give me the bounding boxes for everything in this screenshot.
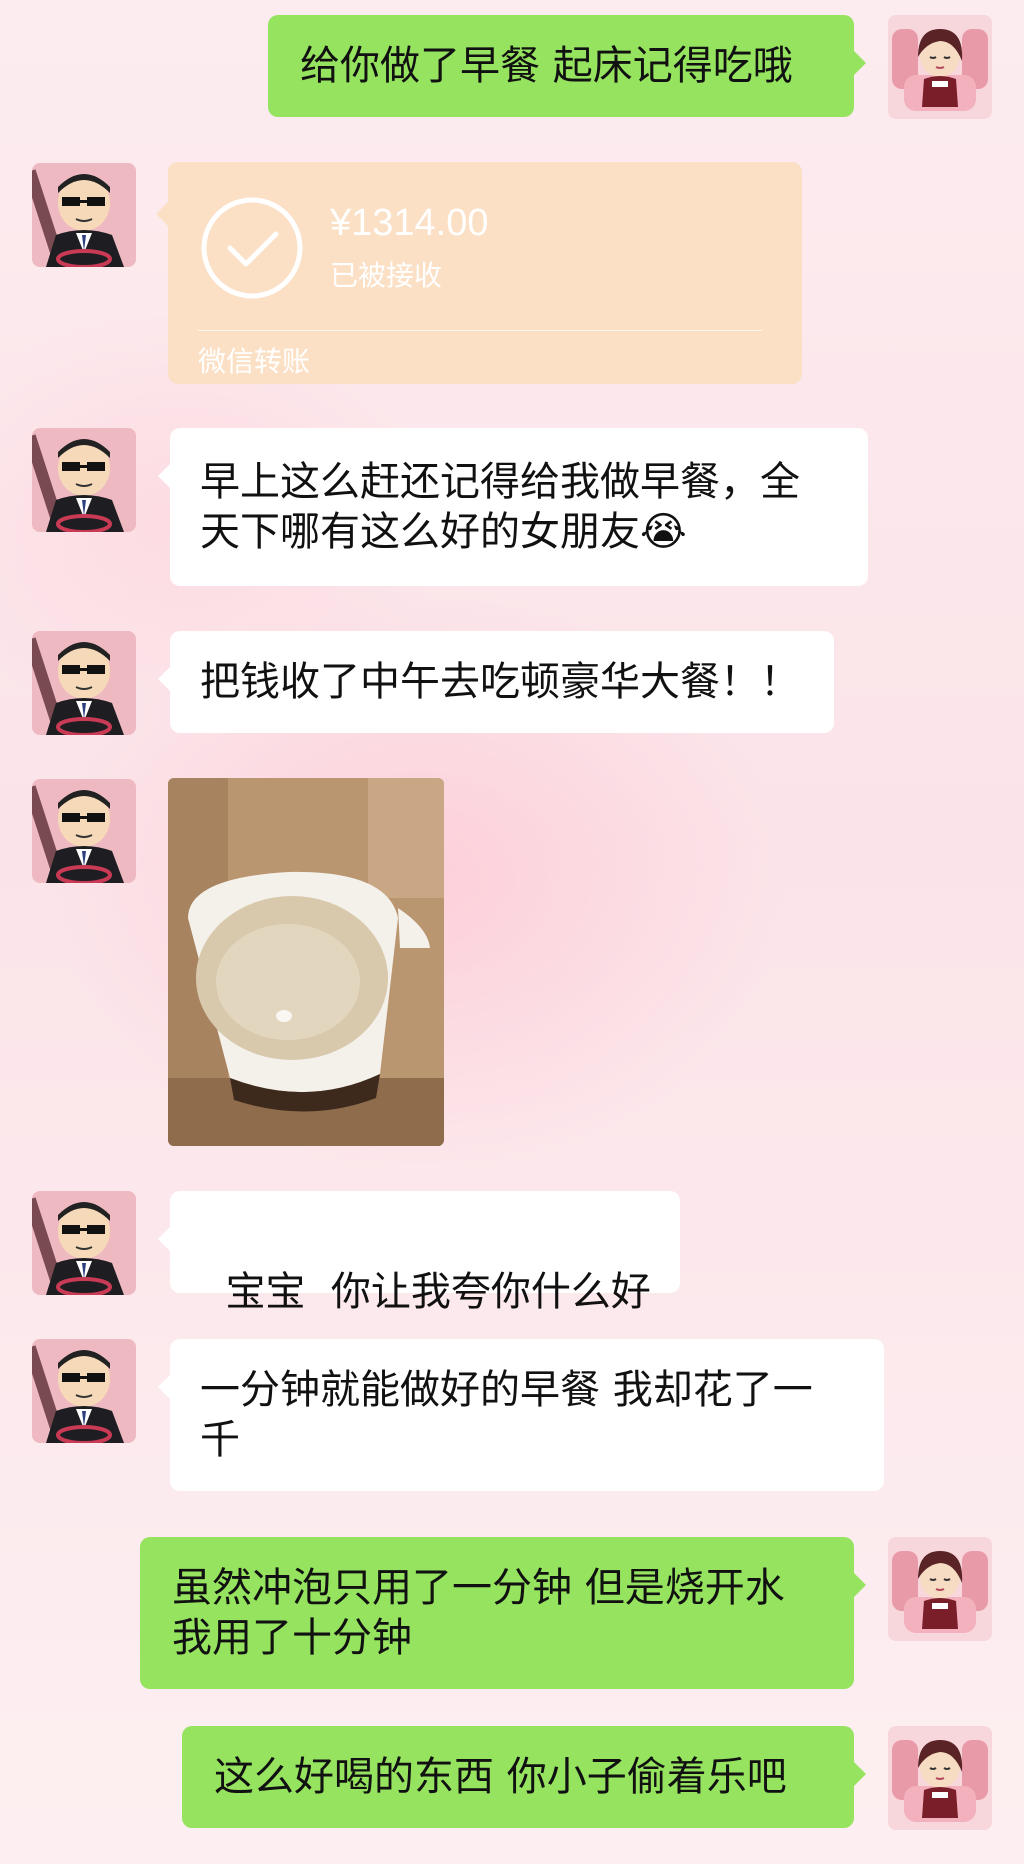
message-bubble-sent[interactable]: 虽然冲泡只用了一分钟 但是烧开水 我用了十分钟 <box>140 1537 866 1689</box>
message-text: 这么好喝的东西 你小子偷着乐吧 <box>214 1754 787 1800</box>
girl-avatar-icon <box>888 1726 992 1830</box>
message-text: 给你做了早餐 起床记得吃哦 <box>300 43 793 89</box>
breakfast-cup-image <box>168 778 444 1146</box>
message-bubble-sent[interactable]: 给你做了早餐 起床记得吃哦 <box>268 15 866 117</box>
transfer-status: 已被接收 <box>330 259 443 292</box>
contact-avatar[interactable] <box>32 1191 136 1295</box>
message-text: 早上这么赶还记得给我做早餐，全 <box>200 459 800 505</box>
transfer-divider <box>198 330 762 331</box>
crying-emoji-icon: 😭 <box>640 509 687 555</box>
boy-avatar-icon <box>32 631 136 735</box>
contact-avatar[interactable] <box>32 163 136 267</box>
transfer-label: 微信转账 <box>198 345 311 378</box>
contact-avatar[interactable] <box>32 631 136 735</box>
message-text: 天下哪有这么好的女朋友😭 <box>200 509 687 555</box>
contact-avatar[interactable] <box>32 1339 136 1443</box>
message-text: 一分钟就能做好的早餐 我却花了一 <box>200 1367 813 1413</box>
message-text: 把钱收了中午去吃顿豪华大餐！！ <box>200 659 800 705</box>
message-bubble-received[interactable]: 早上这么赶还记得给我做早餐，全 天下哪有这么好的女朋友😭 <box>158 428 868 586</box>
message-text: 虽然冲泡只用了一分钟 但是烧开水 <box>172 1565 785 1611</box>
my-avatar[interactable] <box>888 1537 992 1641</box>
boy-avatar-icon <box>32 1191 136 1295</box>
girl-avatar-icon <box>888 1537 992 1641</box>
boy-avatar-icon <box>32 779 136 883</box>
check-circle-icon <box>201 197 303 299</box>
contact-avatar[interactable] <box>32 428 136 532</box>
message-text: 我用了十分钟 <box>172 1615 412 1661</box>
transfer-card[interactable]: ¥1314.00 已被接收 微信转账 <box>156 162 802 384</box>
boy-avatar-icon <box>32 428 136 532</box>
photo-message[interactable] <box>168 778 444 1146</box>
my-avatar[interactable] <box>888 15 992 119</box>
message-text: 宝宝 你让我夸你什么好 <box>225 1269 651 1315</box>
my-avatar[interactable] <box>888 1726 992 1830</box>
message-text: 千 <box>200 1417 240 1463</box>
girl-avatar-icon <box>888 15 992 119</box>
message-bubble-sent[interactable]: 这么好喝的东西 你小子偷着乐吧 <box>182 1726 866 1828</box>
boy-avatar-icon <box>32 163 136 267</box>
boy-avatar-icon <box>32 1339 136 1443</box>
message-bubble-received[interactable]: 一分钟就能做好的早餐 我却花了一 千 <box>158 1339 884 1491</box>
transfer-amount: ¥1314.00 <box>330 202 489 244</box>
contact-avatar[interactable] <box>32 779 136 883</box>
message-bubble-received[interactable]: 把钱收了中午去吃顿豪华大餐！！ <box>158 631 834 733</box>
message-bubble-received[interactable]: 宝宝 你让我夸你什么好 <box>158 1191 680 1315</box>
